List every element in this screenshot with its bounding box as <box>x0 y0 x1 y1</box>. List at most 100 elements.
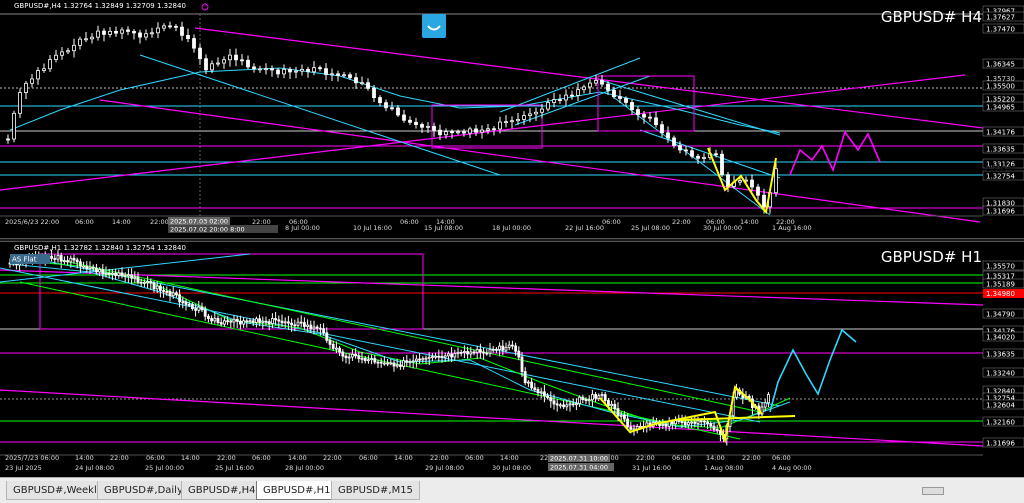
h1-candle-body <box>130 274 134 279</box>
h4-candle-body <box>132 31 136 34</box>
h1-candle-body <box>85 265 89 269</box>
h4-candle-body <box>684 149 688 152</box>
h4-time-label: 15 Jul 08:00 <box>424 224 463 232</box>
h1-candle-body <box>181 301 185 304</box>
h1-candle-body <box>389 362 393 365</box>
h4-candle-body <box>282 68 286 75</box>
h1-candle-body <box>72 257 76 261</box>
tab-weekly[interactable]: GBPUSD#,Weekly <box>6 481 110 500</box>
h4-candle-body <box>648 116 652 119</box>
h1-date-label: 1 Aug 08:00 <box>704 464 744 472</box>
h1-candle-body <box>171 292 175 297</box>
h1-candle-body <box>155 285 159 290</box>
h1-candle-body <box>334 347 338 350</box>
h1-price-label-text: 1.34790 <box>986 311 1015 319</box>
h4-candle-body <box>444 131 448 136</box>
chart-pane-h1[interactable]: AS Flat 1.35570 1.35317 1.35189 1.34790 1.341… <box>0 242 1024 477</box>
tab-h4[interactable]: GBPUSD#,H4 <box>181 481 263 500</box>
h1-price-label-text: 1.33240 <box>986 370 1015 378</box>
h4-candle-body <box>624 98 628 103</box>
tab-daily[interactable]: GBPUSD#,Daily <box>97 481 190 500</box>
h4-candle-body <box>336 73 340 76</box>
h4-time-label: 10 Jul 16:00 <box>353 224 392 232</box>
h1-candle-body <box>696 420 700 424</box>
tab-scroll-icon[interactable] <box>922 487 944 495</box>
h1-candle-body <box>421 358 425 361</box>
h4-candle-body <box>300 68 304 72</box>
h1-time-label: 14:00 <box>181 454 200 462</box>
h4-candle-body <box>570 94 574 97</box>
tab-h1[interactable]: GBPUSD#,H1 <box>256 481 338 500</box>
h4-candle-body <box>486 128 490 131</box>
h1-candle-body <box>95 267 98 273</box>
h1-candle-body <box>82 265 85 268</box>
h1-candle-body <box>571 403 575 406</box>
magenta-trend-line <box>0 389 984 447</box>
h4-candle-body <box>510 120 514 123</box>
h1-candle-body <box>206 315 210 319</box>
h1-candle-body <box>309 324 313 330</box>
h1-candle-body <box>59 255 63 262</box>
h1-candle-body <box>520 356 524 373</box>
h1-candle-body <box>424 357 428 360</box>
h1-candle-body <box>482 351 486 354</box>
smiley-icon[interactable] <box>422 14 446 38</box>
h1-candle-body <box>286 321 290 324</box>
h1-candle-body <box>706 421 709 425</box>
h1-candle-body <box>533 387 537 390</box>
h4-chart-canvas[interactable]: 1.379671.376271.374701.363451.355001.352… <box>0 0 1024 238</box>
h4-candle-body <box>60 51 64 56</box>
h1-chart-canvas[interactable]: AS Flat1.355701.353171.351891.347901.341… <box>0 242 1024 477</box>
h1-candle-body <box>427 356 431 359</box>
h1-candle-body <box>510 344 514 347</box>
h1-candle-body <box>370 358 374 361</box>
h1-candle-body <box>194 308 198 311</box>
h1-time-label: 22:00 <box>636 454 655 462</box>
h1-candle-body <box>142 281 146 284</box>
h1-candle-body <box>98 269 101 273</box>
h1-candle-body <box>584 399 588 402</box>
h4-candle-body <box>564 94 568 101</box>
h4-candle-body <box>330 73 334 76</box>
h4-candle-body <box>450 131 454 134</box>
h4-candle-body <box>378 97 382 104</box>
range-box <box>39 253 424 330</box>
h4-candle-body <box>126 29 130 32</box>
range-box <box>431 104 543 149</box>
h4-candle-body <box>156 27 160 34</box>
h1-candle-body <box>190 304 194 309</box>
h1-candle-body <box>680 421 684 423</box>
h1-candle-body <box>414 358 418 362</box>
h4-price-label-text: 1.33635 <box>986 146 1015 154</box>
h1-candle-body <box>418 358 422 361</box>
h1-candle-body <box>555 403 559 406</box>
h1-candle-body <box>165 291 169 293</box>
h4-candle-body <box>72 44 76 52</box>
h4-candle-body <box>318 67 322 70</box>
h1-candle-body <box>386 362 390 365</box>
h4-candle-body <box>756 186 760 196</box>
h1-candle-body <box>587 399 591 402</box>
h4-candle-body <box>312 67 316 73</box>
h1-price-label-text: 1.34020 <box>986 334 1015 342</box>
chart-pane-h4[interactable]: 1.37967 1.37627 1.37470 1.36345 1.35500 1.352… <box>0 0 1024 238</box>
h1-price-label-text: 1.35189 <box>986 281 1015 289</box>
h1-candle-body <box>405 360 409 363</box>
h1-candle-body <box>354 353 358 357</box>
h1-candle-body <box>703 420 706 423</box>
h4-time-label: 22 Jul 16:00 <box>565 224 604 232</box>
h4-candle-body <box>372 87 376 98</box>
h4-candle-body <box>342 74 346 77</box>
h1-candle-body <box>315 326 319 329</box>
tab-m15[interactable]: GBPUSD#,M15 <box>331 481 420 500</box>
h4-candle-body <box>216 62 220 65</box>
h4-candle-body <box>162 25 166 29</box>
h4-price-label-text: 1.37627 <box>986 14 1015 22</box>
h1-candle-body <box>322 328 326 334</box>
h1-candle-body <box>488 348 492 354</box>
h4-candle-body <box>750 179 754 188</box>
h4-candle-body <box>558 99 562 101</box>
h1-candle-body <box>699 420 703 423</box>
h1-price-label-text: 1.35570 <box>986 263 1015 271</box>
h4-candle-body <box>138 32 142 38</box>
